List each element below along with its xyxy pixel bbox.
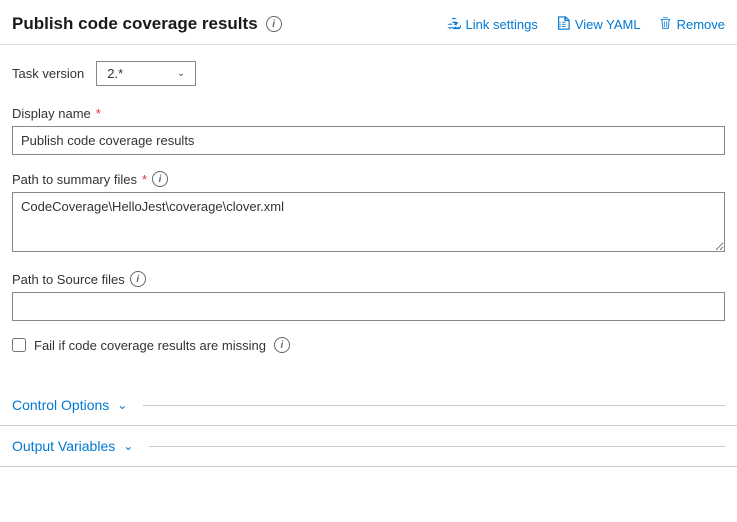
- task-version-row: Task version 2.* ⌄: [12, 61, 725, 86]
- link-settings-icon: [447, 16, 461, 33]
- display-name-input[interactable]: [12, 126, 725, 155]
- control-options-section: Control Options ⌄: [0, 385, 737, 426]
- task-version-chevron-icon: ⌄: [177, 68, 185, 79]
- output-variables-chevron-icon: ⌄: [123, 439, 133, 453]
- output-variables-divider: [149, 446, 725, 447]
- control-options-chevron-icon: ⌄: [117, 398, 127, 412]
- display-name-required: *: [96, 106, 101, 121]
- path-source-label: Path to Source files i: [12, 271, 725, 287]
- view-yaml-icon: [556, 16, 570, 33]
- path-source-info-icon[interactable]: i: [130, 271, 146, 287]
- control-options-title: Control Options: [12, 397, 109, 413]
- fail-if-missing-checkbox[interactable]: [12, 338, 26, 352]
- path-summary-field: Path to summary files * i CodeCoverage\H…: [12, 171, 725, 255]
- top-bar-actions: Link settings View YAML Remove: [447, 16, 725, 33]
- path-source-field: Path to Source files i: [12, 271, 725, 321]
- output-variables-header[interactable]: Output Variables ⌄: [0, 438, 737, 454]
- display-name-label: Display name *: [12, 106, 725, 121]
- path-summary-info-icon[interactable]: i: [152, 171, 168, 187]
- control-options-divider: [143, 405, 725, 406]
- task-version-value: 2.*: [107, 66, 169, 81]
- top-bar-left: Publish code coverage results i: [12, 14, 282, 34]
- display-name-field: Display name *: [12, 106, 725, 155]
- path-summary-required: *: [142, 172, 147, 187]
- path-summary-input[interactable]: CodeCoverage\HelloJest\coverage\clover.x…: [12, 192, 725, 252]
- view-yaml-label: View YAML: [575, 17, 641, 32]
- task-version-select[interactable]: 2.* ⌄: [96, 61, 196, 86]
- output-variables-title: Output Variables: [12, 438, 115, 454]
- view-yaml-button[interactable]: View YAML: [556, 16, 641, 33]
- fail-if-missing-label: Fail if code coverage results are missin…: [34, 338, 266, 353]
- path-summary-label: Path to summary files * i: [12, 171, 725, 187]
- task-version-label: Task version: [12, 66, 84, 81]
- fail-if-missing-row: Fail if code coverage results are missin…: [12, 337, 725, 353]
- top-bar: Publish code coverage results i Link set…: [0, 0, 737, 45]
- remove-icon: [659, 16, 672, 33]
- link-settings-label: Link settings: [466, 17, 538, 32]
- output-variables-section: Output Variables ⌄: [0, 426, 737, 467]
- page-title: Publish code coverage results: [12, 14, 258, 34]
- link-settings-button[interactable]: Link settings: [447, 16, 538, 33]
- title-info-icon[interactable]: i: [266, 16, 282, 32]
- main-content: Task version 2.* ⌄ Display name * Path t…: [0, 45, 737, 385]
- fail-if-missing-info-icon[interactable]: i: [274, 337, 290, 353]
- path-source-input[interactable]: [12, 292, 725, 321]
- remove-button[interactable]: Remove: [659, 16, 725, 33]
- remove-label: Remove: [677, 17, 725, 32]
- control-options-header[interactable]: Control Options ⌄: [0, 397, 737, 413]
